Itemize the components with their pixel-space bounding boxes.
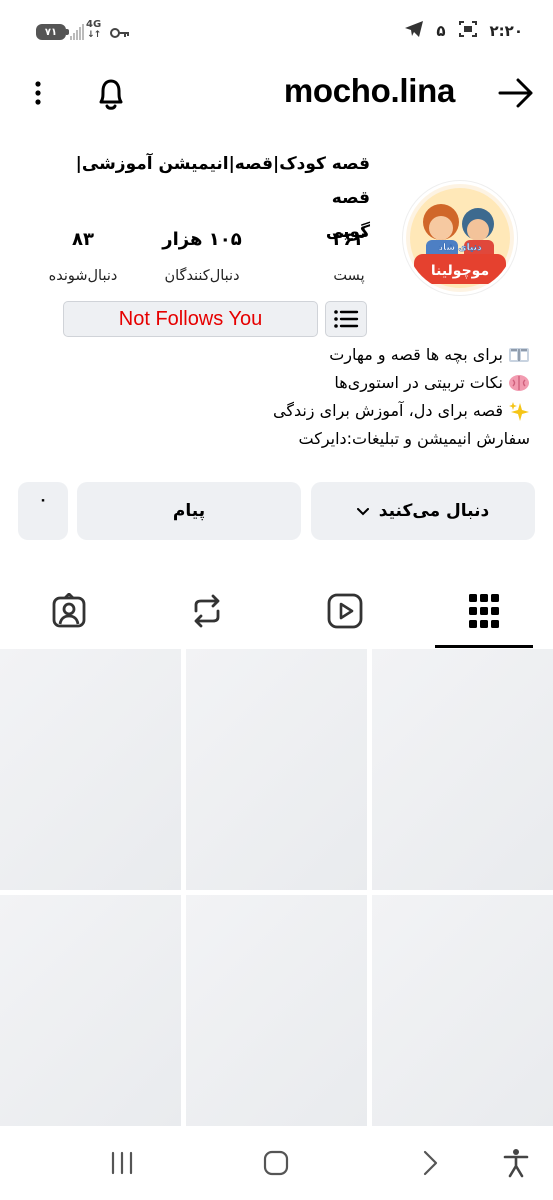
posts-label: پست (333, 268, 365, 284)
bio-text: برای بچه ها قصه و مهارت (329, 345, 503, 364)
profile-header: mocho.lina (0, 62, 553, 124)
screenshot-icon (458, 20, 478, 42)
bio-line: برای بچه ها قصه و مهارت (40, 341, 530, 369)
repost-icon (190, 593, 224, 633)
network-label: 4G (86, 19, 102, 30)
tab-reposts[interactable] (138, 575, 276, 650)
active-tab-indicator (435, 645, 533, 648)
profile-tabs (0, 575, 553, 650)
battery-indicator: ۷۱ (36, 24, 69, 40)
post-thumbnail-placeholder[interactable] (186, 649, 367, 890)
bio-text: سفارش انیمیشن و تبلیغات:دایرکت (298, 429, 530, 448)
avatar-caption-bottom: موچولینا (431, 263, 489, 279)
following-stat[interactable]: ۸۳ دنبال‌شونده (40, 222, 126, 294)
following-count: ۸۳ (72, 229, 94, 250)
network-type: 4G ↓↑ (86, 19, 102, 41)
accessibility-icon[interactable] (496, 1146, 536, 1180)
back-arrow-icon[interactable] (497, 76, 535, 110)
sparkles-icon (508, 401, 530, 421)
network-arrows: ↓↑ (87, 30, 101, 40)
posts-count: ۲۶۲ (332, 229, 366, 250)
more-options-icon[interactable] (26, 78, 50, 108)
bio-text: نکات تربیتی در استوری‌ها (334, 373, 503, 392)
not-follows-you-badge: Not Follows You (63, 301, 318, 337)
avatar[interactable]: دنیای شاد موچولینا (403, 181, 517, 295)
reels-icon (327, 593, 363, 633)
bio-text: قصه برای دل، آموزش برای زندگی (272, 401, 503, 420)
bio-line: نکات تربیتی در استوری‌ها (40, 369, 530, 397)
grid-icon (469, 593, 499, 632)
following-button[interactable]: دنبال می‌کنید (311, 482, 535, 540)
bio-line: سفارش انیمیشن و تبلیغات:دایرکت (40, 425, 530, 453)
brain-icon (508, 373, 530, 393)
back-icon[interactable] (410, 1146, 450, 1180)
status-bar: ۷۱ 4G ↓↑ ۵ ۲:۲۰ (0, 0, 553, 62)
tab-reels[interactable] (276, 575, 414, 650)
profile-username: mocho.lina (283, 72, 455, 109)
post-thumbnail-placeholder[interactable] (186, 895, 367, 1126)
bio-line: قصه برای دل، آموزش برای زندگی (40, 397, 530, 425)
post-thumbnail-placeholder[interactable] (0, 895, 181, 1126)
message-button[interactable]: پیام (77, 482, 301, 540)
post-thumbnail-placeholder[interactable] (372, 895, 553, 1126)
tagged-icon (51, 592, 87, 633)
message-button-label: پیام (172, 501, 206, 521)
notification-count: ۵ (436, 22, 446, 40)
followers-label: دنبال‌کنندگان (164, 268, 240, 284)
battery-level: ۷۱ (44, 26, 58, 38)
recent-apps-icon[interactable] (102, 1146, 142, 1180)
clock: ۲:۲۰ (489, 22, 523, 40)
suggested-button-label: ۰ (38, 492, 48, 508)
followers-count: ۱۰۵ هزار (162, 229, 242, 250)
profile-bio: برای بچه ها قصه و مهارت نکات تربیتی در ا… (40, 341, 530, 453)
post-thumbnail-placeholder[interactable] (372, 649, 553, 890)
posts-grid (0, 649, 553, 1126)
profile-name-line1: قصه کودک|قصه|انیمیشن آموزشی|قصه (75, 154, 370, 208)
post-thumbnail-placeholder[interactable] (0, 649, 181, 890)
followers-stat[interactable]: ۱۰۵ هزار دنبال‌کنندگان (146, 222, 258, 294)
following-label: دنبال‌شونده (48, 268, 118, 284)
avatar-caption-top: دنیای شاد (438, 243, 482, 253)
bell-icon[interactable] (92, 74, 130, 114)
tab-posts-grid[interactable] (415, 575, 553, 650)
posts-stat[interactable]: ۲۶۲ پست (318, 222, 380, 294)
suggested-button[interactable]: ۰ (18, 482, 68, 540)
following-button-label: دنبال می‌کنید (378, 501, 490, 521)
tab-tagged[interactable] (0, 575, 138, 650)
telegram-icon (404, 20, 424, 42)
chevron-down-icon (356, 501, 369, 521)
list-icon[interactable] (325, 301, 367, 337)
system-navigation-bar (0, 1126, 553, 1200)
book-icon (508, 345, 530, 365)
home-icon[interactable] (256, 1146, 296, 1180)
vpn-key-icon (110, 24, 130, 43)
signal-icon (70, 22, 84, 40)
